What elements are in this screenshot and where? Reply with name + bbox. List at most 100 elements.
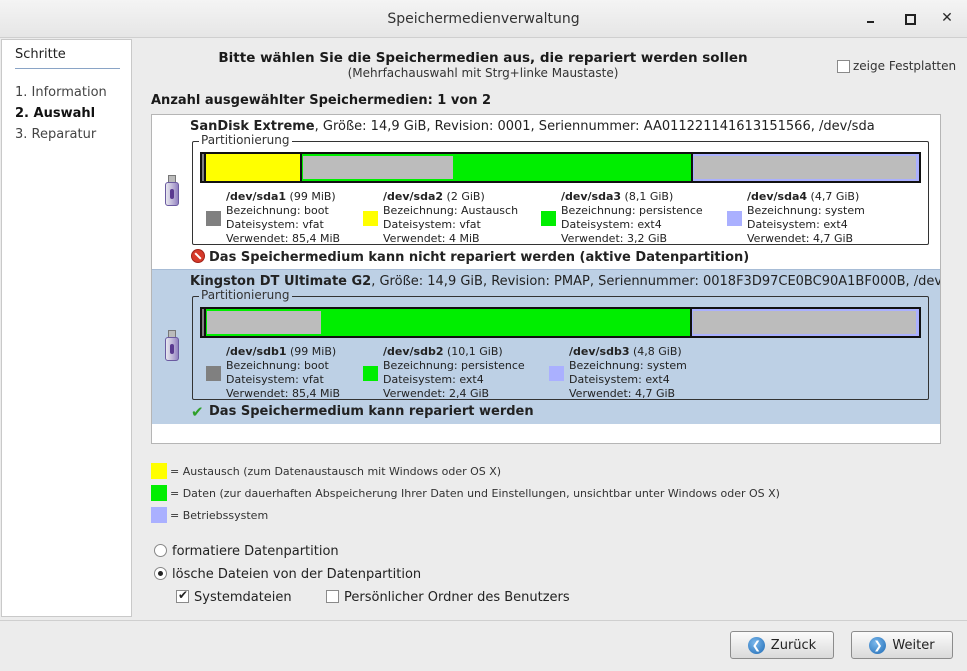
step-reparatur: 3. Reparatur bbox=[15, 127, 97, 142]
minimize-icon[interactable] bbox=[862, 10, 878, 26]
partition-group-label: Partitionierung bbox=[199, 288, 292, 302]
system-files-checkbox[interactable]: Systemdateien bbox=[176, 588, 292, 605]
partition-used-fill bbox=[303, 156, 453, 179]
device-details: , Größe: 14,9 GiB, Revision: 0001, Serie… bbox=[314, 119, 875, 134]
device-item-sdb[interactable]: Kingston DT Ultimate G2, Größe: 14,9 GiB… bbox=[152, 269, 940, 424]
window-title: Speichermedienverwaltung bbox=[387, 11, 580, 27]
page-title: Bitte wählen Sie die Speichermedien aus,… bbox=[218, 50, 748, 66]
partition-label: Bezeichnung: Austausch bbox=[383, 204, 519, 217]
partition-info-sdb1: /dev/sdb1 (99 MiB) Bezeichnung: boot Dat… bbox=[206, 345, 341, 401]
partition-size: (99 MiB) bbox=[290, 345, 337, 358]
partition-info-sdb3: /dev/sdb3 (4,8 GiB) Bezeichnung: system … bbox=[549, 345, 687, 401]
partition-info-sda4: /dev/sda4 (4,7 GiB) Bezeichnung: system … bbox=[727, 190, 865, 246]
partition-color-swatch bbox=[727, 211, 742, 226]
partition-size: (4,8 GiB) bbox=[633, 345, 682, 358]
partition-info-sda2: /dev/sda2 (2 GiB) Bezeichnung: Austausch… bbox=[363, 190, 519, 246]
partition-info-sdb2: /dev/sdb2 (10,1 GiB) Bezeichnung: persis… bbox=[363, 345, 525, 401]
partition-used-fill bbox=[693, 311, 916, 334]
usb-stick-icon bbox=[164, 175, 180, 207]
legend-swatch bbox=[151, 463, 167, 479]
device-status: Das Speichermedium kann nicht repariert … bbox=[191, 249, 749, 265]
home-folder-check-box[interactable] bbox=[326, 590, 339, 603]
partition-dev: /dev/sdb1 bbox=[226, 345, 287, 358]
format-data-partition-label: formatiere Datenpartition bbox=[172, 544, 339, 559]
arrow-right-icon: ❯ bbox=[869, 636, 887, 654]
partition-used-fill bbox=[207, 311, 322, 334]
device-title: SanDisk Extreme, Größe: 14,9 GiB, Revisi… bbox=[190, 119, 875, 134]
show-disks-checkbox[interactable]: zeige Festplatten bbox=[837, 59, 956, 73]
partition-segment bbox=[692, 309, 919, 336]
legend-label: = Betriebssystem bbox=[170, 509, 269, 522]
steps-header-underline bbox=[15, 68, 120, 69]
back-button[interactable]: ❮ Zurück bbox=[730, 631, 834, 659]
partition-used: Verwendet: 4,7 GiB bbox=[569, 387, 676, 400]
maximize-icon[interactable] bbox=[901, 10, 917, 26]
usb-stick-icon bbox=[164, 330, 180, 362]
partition-dev: /dev/sda1 bbox=[226, 190, 287, 203]
partition-used: Verwendet: 4 MiB bbox=[383, 232, 480, 245]
close-icon[interactable]: ✕ bbox=[939, 10, 955, 26]
show-disks-label: zeige Festplatten bbox=[853, 59, 957, 73]
partition-label: Bezeichnung: boot bbox=[226, 359, 329, 372]
partition-label: Bezeichnung: persistence bbox=[383, 359, 525, 372]
steps-header: Schritte bbox=[15, 47, 66, 62]
legend-item-betriebssystem: = Betriebssystem bbox=[151, 507, 268, 523]
partition-label: Bezeichnung: system bbox=[747, 204, 865, 217]
partition-used: Verwendet: 85,4 MiB bbox=[226, 232, 341, 245]
partition-dev: /dev/sdb3 bbox=[569, 345, 630, 358]
partition-dev: /dev/sda2 bbox=[383, 190, 444, 203]
partition-bar bbox=[200, 307, 921, 338]
device-name: Kingston DT Ultimate G2 bbox=[190, 274, 372, 289]
partition-used: Verwendet: 85,4 MiB bbox=[226, 387, 341, 400]
next-button-label: Weiter bbox=[892, 637, 935, 653]
format-data-partition-radio[interactable]: formatiere Datenpartition bbox=[154, 544, 339, 559]
back-button-label: Zurück bbox=[770, 637, 817, 653]
partition-label: Bezeichnung: persistence bbox=[561, 204, 703, 217]
partition-label: Bezeichnung: boot bbox=[226, 204, 329, 217]
device-list[interactable]: SanDisk Extreme, Größe: 14,9 GiB, Revisi… bbox=[151, 114, 941, 444]
system-files-check-box[interactable] bbox=[176, 588, 189, 603]
radio-circle[interactable] bbox=[154, 544, 167, 557]
partition-bar bbox=[200, 152, 921, 183]
partition-used-fill bbox=[694, 156, 916, 179]
partition-filesystem: Dateisystem: ext4 bbox=[561, 218, 662, 231]
arrow-left-icon: ❮ bbox=[747, 636, 765, 654]
page-subtitle: (Mehrfachauswahl mit Strg+linke Maustast… bbox=[347, 66, 619, 80]
partition-color-swatch bbox=[206, 211, 221, 226]
device-name: SanDisk Extreme bbox=[190, 119, 315, 134]
legend-swatch bbox=[151, 507, 167, 523]
partition-filesystem: Dateisystem: vfat bbox=[226, 373, 324, 386]
device-status-text: Das Speichermedium kann nicht repariert … bbox=[209, 250, 750, 265]
step-information: 1. Information bbox=[15, 85, 107, 100]
partition-label: Bezeichnung: system bbox=[569, 359, 687, 372]
partition-color-swatch bbox=[549, 366, 564, 381]
next-button[interactable]: ❯ Weiter bbox=[851, 631, 953, 659]
partition-group: Partitionierung /dev/sdb1 (99 MiB) Bezei… bbox=[192, 288, 929, 401]
partition-size: (99 MiB) bbox=[289, 190, 336, 203]
delete-files-radio[interactable]: lösche Dateien von der Datenpartition bbox=[154, 567, 421, 582]
partition-dev: /dev/sda3 bbox=[561, 190, 622, 203]
legend-item-daten: = Daten (zur dauerhaften Abspeicherung I… bbox=[151, 485, 780, 501]
partition-group: Partitionierung /dev/sda1 (99 MiB) Bezei… bbox=[192, 133, 929, 246]
step-auswahl: 2. Auswahl bbox=[15, 106, 96, 121]
partition-used: Verwendet: 3,2 GiB bbox=[561, 232, 668, 245]
partition-info-sda1: /dev/sda1 (99 MiB) Bezeichnung: boot Dat… bbox=[206, 190, 341, 246]
partition-color-swatch bbox=[363, 211, 378, 226]
title-bar: Speichermedienverwaltung ✕ bbox=[0, 0, 967, 38]
legend-label: = Daten (zur dauerhaften Abspeicherung I… bbox=[170, 487, 780, 500]
partition-dev: /dev/sda4 bbox=[747, 190, 808, 203]
partition-used: Verwendet: 4,7 GiB bbox=[747, 232, 854, 245]
partition-size: (4,7 GiB) bbox=[810, 190, 860, 203]
radio-circle[interactable] bbox=[154, 567, 167, 580]
device-item-sda[interactable]: SanDisk Extreme, Größe: 14,9 GiB, Revisi… bbox=[152, 115, 940, 269]
home-folder-label: Persönlicher Ordner des Benutzers bbox=[344, 590, 570, 605]
show-disks-check-box[interactable] bbox=[837, 60, 850, 73]
partition-size: (8,1 GiB) bbox=[624, 190, 674, 203]
checkmark-icon: ✔ bbox=[191, 403, 204, 421]
legend-swatch bbox=[151, 485, 167, 501]
partition-size: (10,1 GiB) bbox=[447, 345, 503, 358]
partition-used: Verwendet: 2,4 GiB bbox=[383, 387, 490, 400]
home-folder-checkbox[interactable]: Persönlicher Ordner des Benutzers bbox=[326, 590, 570, 605]
device-details: , Größe: 14,9 GiB, Revision: PMAP, Serie… bbox=[371, 274, 941, 289]
legend-item-austausch: = Austausch (zum Datenaustausch mit Wind… bbox=[151, 463, 501, 479]
